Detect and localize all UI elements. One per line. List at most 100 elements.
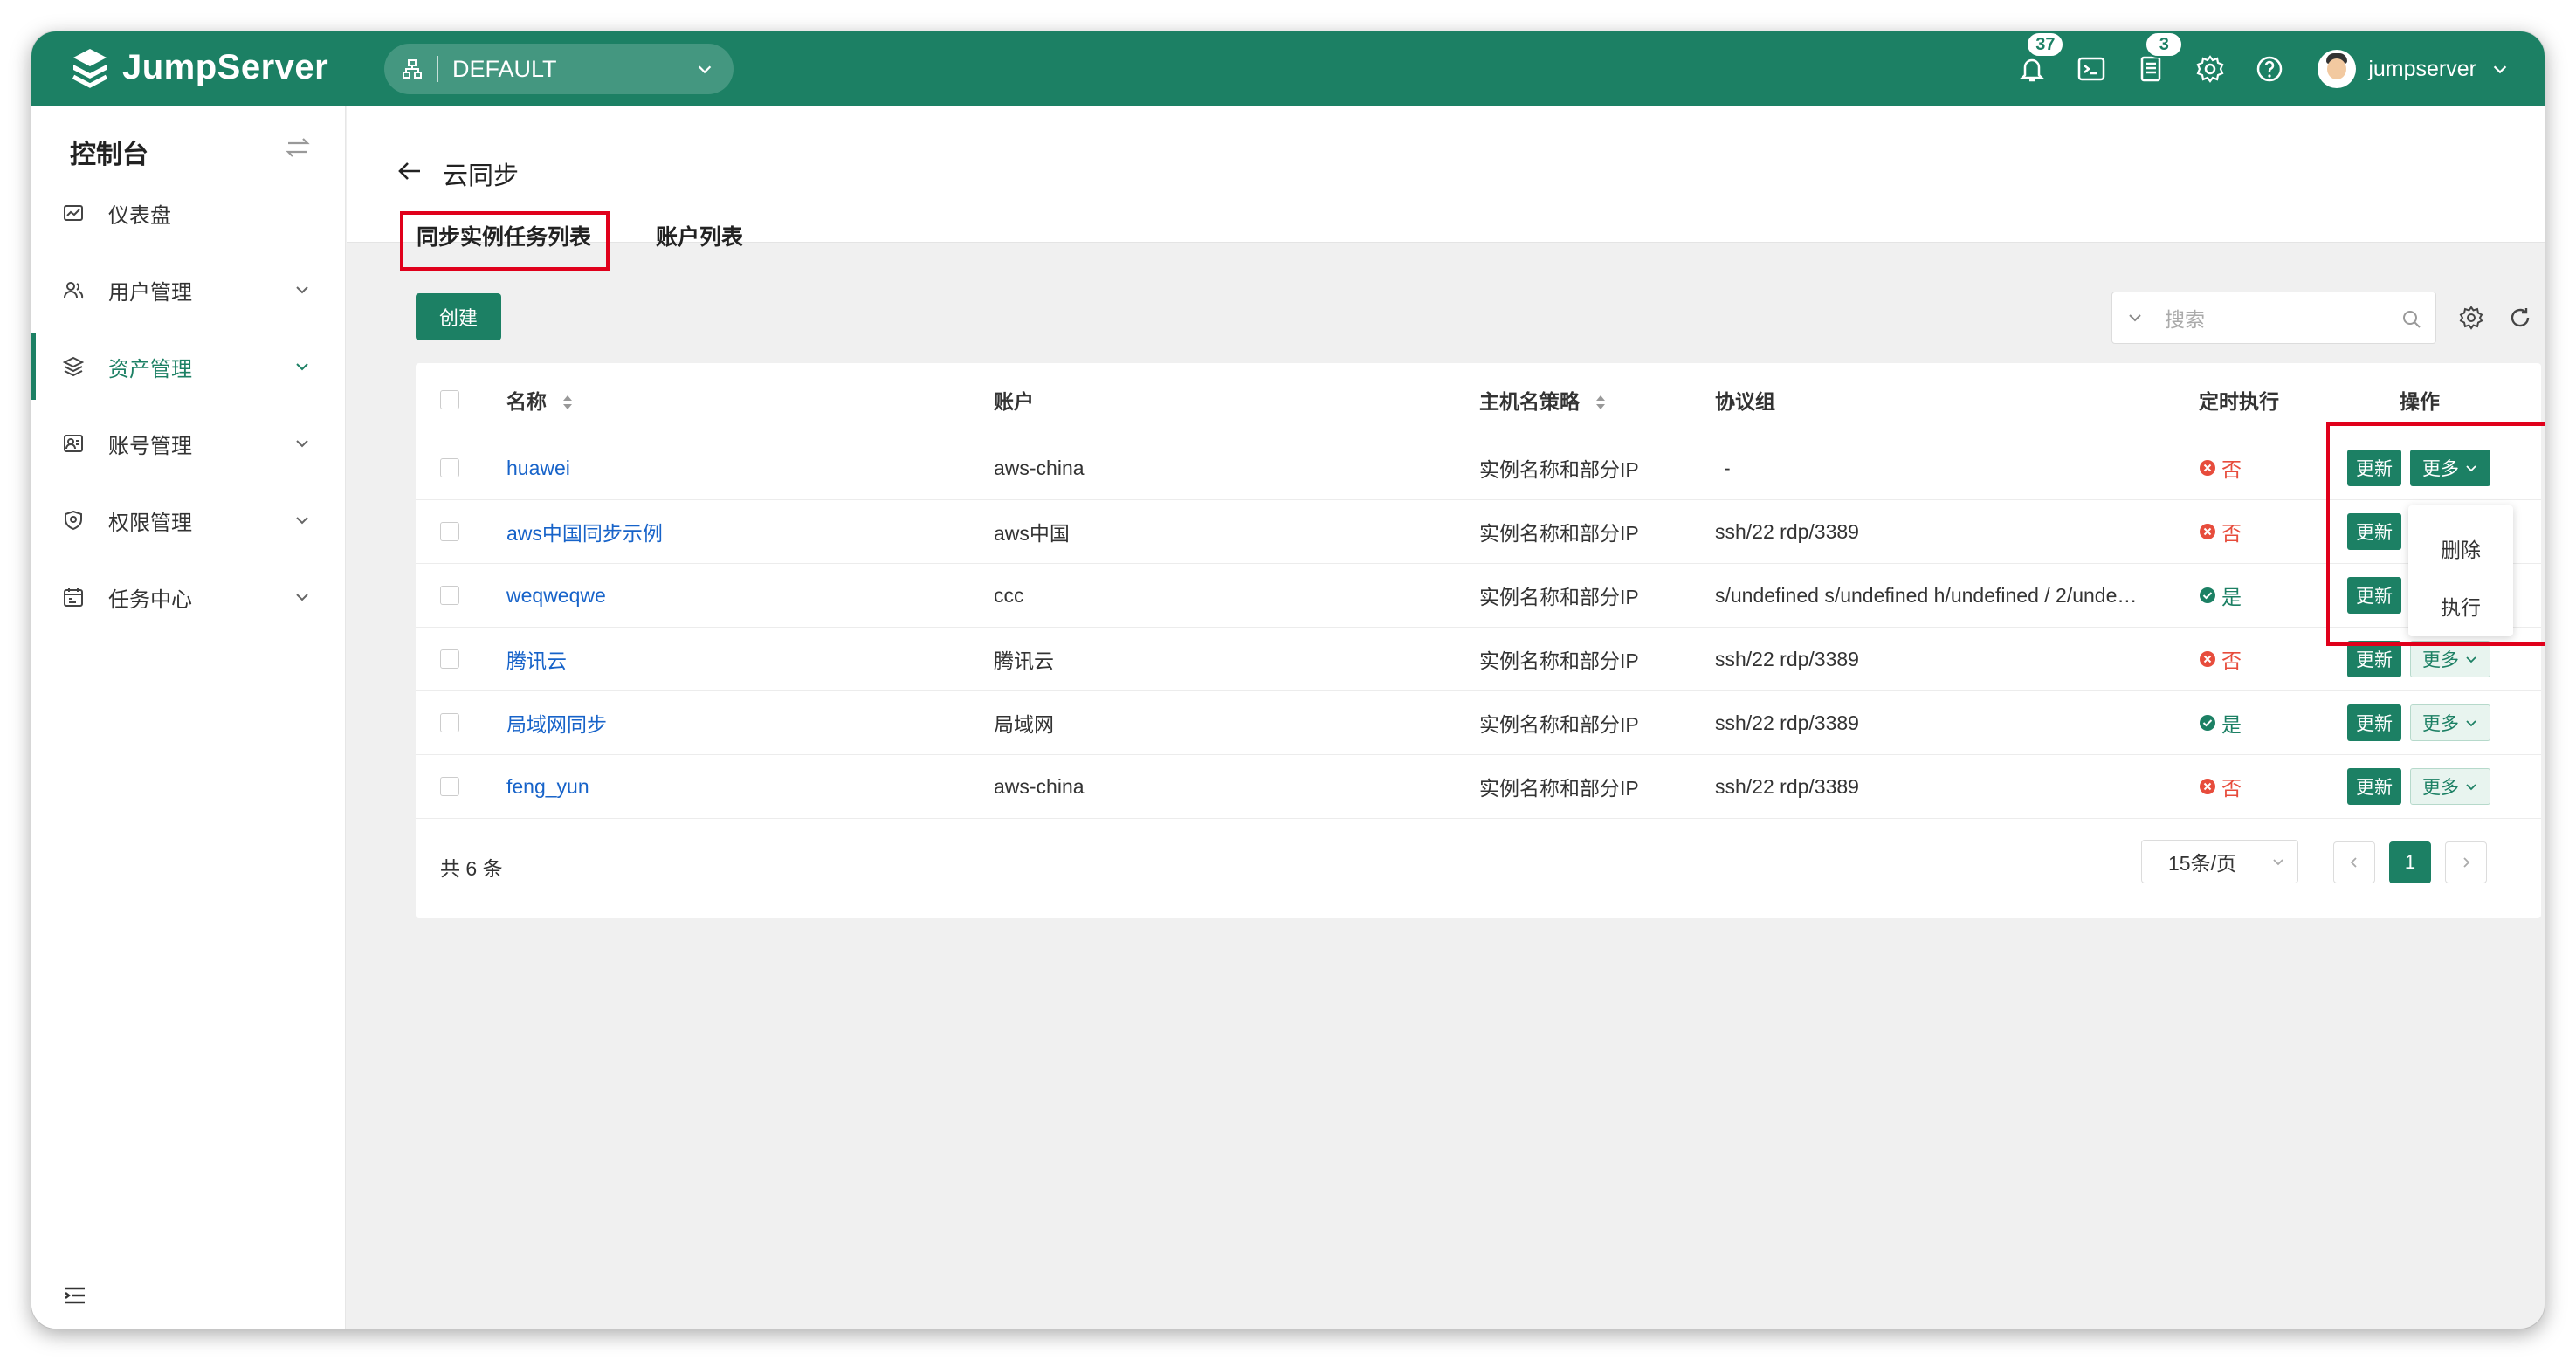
next-page-button[interactable]: [2445, 841, 2487, 883]
column-header-protocols: 协议组: [1715, 389, 1775, 413]
more-button[interactable]: 更多: [2410, 641, 2490, 677]
table-row: weqweqwe ccc 实例名称和部分IP s/undefined s/und…: [416, 564, 2541, 628]
web-terminal-button[interactable]: [2077, 54, 2106, 84]
sidebar-item-tasks[interactable]: 任务中心: [31, 564, 346, 630]
users-icon: [64, 282, 84, 299]
column-header-hostname-strategy[interactable]: 主机名策略: [1479, 385, 1608, 415]
account-cell: aws-china: [994, 774, 1085, 798]
table-row: aws中国同步示例 aws中国 实例名称和部分IP ssh/22 rdp/338…: [416, 500, 2541, 564]
select-all-checkbox[interactable]: [440, 389, 459, 409]
user-menu[interactable]: jumpserver: [2318, 50, 2510, 88]
chevron-down-icon: [2129, 314, 2141, 322]
chevron-left-icon: [2350, 857, 2357, 868]
task-name-link[interactable]: weqweqwe: [506, 584, 943, 608]
collapse-sidebar-icon[interactable]: [63, 1283, 87, 1308]
chevron-down-icon: [2493, 65, 2507, 74]
sidebar: 控制台 仪表盘 用户管理 资产管理 账号管理 权限管理 任务中心: [31, 106, 346, 1329]
search-input[interactable]: 搜索: [2111, 292, 2436, 344]
strategy-cell: 实例名称和部分IP: [1479, 522, 1639, 545]
sidebar-item-label: 资产管理: [108, 357, 192, 381]
row-checkbox[interactable]: [440, 522, 459, 541]
app-logo[interactable]: JumpServer: [70, 45, 328, 89]
column-header-account: 账户: [994, 389, 1034, 413]
org-separator: [437, 56, 438, 82]
protocols-cell: ssh/22 rdp/3389: [1715, 774, 1859, 798]
update-button[interactable]: 更新: [2347, 704, 2401, 741]
org-select[interactable]: DEFAULT: [384, 44, 734, 94]
row-checkbox[interactable]: [440, 458, 459, 477]
top-icons: 37 3 jumpserver: [1987, 31, 2510, 106]
refresh-icon[interactable]: [2508, 306, 2532, 330]
sidebar-item-label: 账号管理: [108, 434, 192, 458]
notifications-button[interactable]: 37: [2017, 31, 2065, 84]
x-circle-icon: [2200, 779, 2215, 794]
task-name-link[interactable]: 腾讯云: [506, 644, 943, 674]
org-icon: [403, 59, 422, 79]
bell-icon: [2020, 58, 2045, 82]
help-icon: [2257, 56, 2283, 82]
row-checkbox[interactable]: [440, 649, 459, 669]
sidebar-item-accounts[interactable]: 账号管理: [31, 410, 346, 477]
protocols-cell: ssh/22 rdp/3389: [1715, 519, 1859, 543]
table-row: 腾讯云 腾讯云 实例名称和部分IP ssh/22 rdp/3389 否 更新 更…: [416, 628, 2541, 691]
sidebar-item-assets[interactable]: 资产管理: [31, 333, 346, 400]
sidebar-item-permissions[interactable]: 权限管理: [31, 487, 346, 553]
search-placeholder: 搜索: [2165, 308, 2205, 331]
task-name-link[interactable]: 局域网同步: [506, 708, 943, 738]
chevron-down-icon: [296, 440, 308, 448]
task-name-link[interactable]: huawei: [506, 457, 943, 480]
org-name: DEFAULT: [452, 55, 557, 82]
settings-button[interactable]: [2195, 54, 2225, 84]
sidebar-item-label: 权限管理: [108, 511, 192, 535]
chevron-down-icon: [296, 363, 308, 371]
row-checkbox[interactable]: [440, 586, 459, 605]
create-button[interactable]: 创建: [416, 293, 501, 340]
chevron-down-icon: [296, 517, 308, 525]
back-arrow-icon[interactable]: [396, 157, 424, 185]
row-checkbox[interactable]: [440, 713, 459, 732]
chevron-down-icon: [296, 286, 308, 294]
sidebar-item-label: 任务中心: [108, 587, 192, 612]
row-checkbox[interactable]: [440, 777, 459, 796]
account-cell: ccc: [994, 583, 1024, 607]
table-row: 局域网同步 局域网 实例名称和部分IP ssh/22 rdp/3389 是 更新…: [416, 691, 2541, 755]
protocols-cell: s/undefined s/undefined h/undefined / 2/…: [1715, 583, 2138, 607]
sidebar-item-users[interactable]: 用户管理: [31, 257, 346, 323]
chevron-down-icon: [2466, 784, 2476, 791]
strategy-cell: 实例名称和部分IP: [1479, 458, 1639, 481]
switch-view-icon[interactable]: [285, 134, 311, 161]
protocols-cell: ssh/22 rdp/3389: [1715, 647, 1859, 670]
table-row: feng_yun aws-china 实例名称和部分IP ssh/22 rdp/…: [416, 755, 2541, 819]
calendar-icon: [64, 588, 83, 607]
update-button[interactable]: 更新: [2347, 768, 2401, 805]
tickets-button[interactable]: 3: [2136, 31, 2184, 84]
help-button[interactable]: [2255, 54, 2284, 84]
sidebar-item-dashboard[interactable]: 仪表盘: [31, 180, 346, 246]
page-button-current[interactable]: 1: [2389, 841, 2431, 883]
x-circle-icon: [2200, 460, 2215, 476]
chevron-down-icon: [296, 594, 308, 601]
account-cell: 局域网: [994, 713, 1054, 736]
page-title: 云同步: [443, 162, 520, 190]
check-circle-icon: [2200, 587, 2215, 603]
task-name-link[interactable]: feng_yun: [506, 775, 943, 799]
more-button[interactable]: 更多: [2410, 768, 2490, 805]
column-settings-icon[interactable]: [2459, 306, 2483, 330]
account-icon: [64, 435, 83, 452]
x-circle-icon: [2200, 524, 2215, 539]
gear-icon: [2196, 55, 2224, 83]
update-button[interactable]: 更新: [2347, 641, 2401, 677]
strategy-cell: 实例名称和部分IP: [1479, 777, 1639, 800]
highlight-box-actions: [2326, 422, 2545, 646]
more-button[interactable]: 更多: [2410, 704, 2490, 741]
top-bar: JumpServer DEFAULT 37 3 jumpserver: [31, 31, 2545, 106]
task-name-link[interactable]: aws中国同步示例: [506, 517, 943, 546]
tab-account-list[interactable]: 账户列表: [656, 220, 743, 251]
prev-page-button[interactable]: [2333, 841, 2375, 883]
shield-icon: [65, 510, 82, 531]
table-header: 名称 账户 主机名策略 协议组 定时执行 操作: [416, 363, 2541, 436]
strategy-cell: 实例名称和部分IP: [1479, 649, 1639, 672]
page-size-select[interactable]: 15条/页: [2141, 840, 2298, 883]
strategy-cell: 实例名称和部分IP: [1479, 586, 1639, 608]
column-header-name[interactable]: 名称: [506, 385, 575, 415]
